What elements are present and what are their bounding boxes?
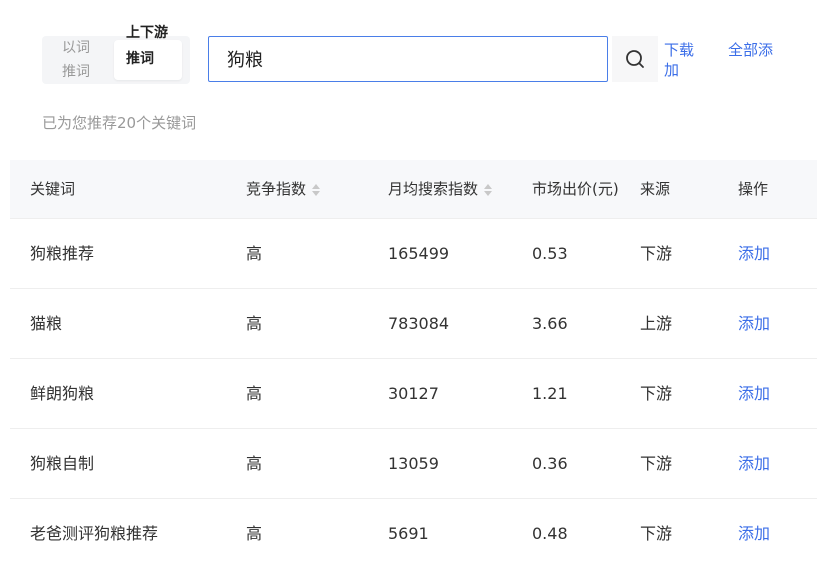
add-button[interactable]: 添加 [738,219,770,288]
header-keyword: 关键词 [30,180,76,198]
cell-bid: 1.21 [532,384,568,403]
cell-competition: 高 [246,454,263,473]
header-action: 操作 [738,180,769,198]
cell-competition: 高 [246,384,263,403]
cell-source: 下游 [640,524,673,543]
download-button[interactable]: 下载 加 [664,40,704,80]
header-monthly-search-label: 月均搜索指数 [388,180,479,198]
download-label-wrap: 加 [664,61,680,79]
cell-source: 下游 [640,454,673,473]
cell-monthly-search: 30127 [388,384,439,403]
table-row: 猫粮 高 783084 3.66 上游 添加 [10,289,817,359]
segment-word-to-word[interactable]: 以词推词 [56,36,96,84]
add-button[interactable]: 添加 [738,359,770,428]
table-row: 狗粮推荐 高 165499 0.53 下游 添加 [10,219,817,289]
sort-icon[interactable] [312,183,321,196]
cell-competition: 高 [246,244,263,263]
table-row: 鲜朗狗粮 高 30127 1.21 下游 添加 [10,359,817,429]
add-button[interactable]: 添加 [738,289,770,358]
mode-segmented-control: 以词推词 上下游推词 [42,25,190,84]
header-bid: 市场出价(元) [532,180,619,198]
segment-upstream-downstream-label: 上下游推词 [126,25,168,67]
cell-keyword: 狗粮推荐 [30,244,95,263]
cell-keyword: 老爸测评狗粮推荐 [30,524,159,543]
cell-monthly-search: 13059 [388,454,439,473]
cell-monthly-search: 5691 [388,524,429,543]
cell-source: 下游 [640,384,673,403]
cell-keyword: 猫粮 [30,314,63,333]
cell-competition: 高 [246,524,263,543]
keyword-table: 关键词 竞争指数 月均搜索指数 市场出价(元) 来源 操作 狗粮推荐 高 165… [10,160,817,568]
cell-competition: 高 [246,314,263,333]
table-row: 狗粮自制 高 13059 0.36 下游 添加 [10,429,817,499]
cell-source: 下游 [640,244,673,263]
cell-monthly-search: 165499 [388,244,450,263]
header-source: 来源 [640,180,671,198]
header-competition-label: 竞争指数 [246,180,307,198]
search-button[interactable] [612,36,658,82]
add-all-button[interactable]: 全部添 [728,40,773,60]
sort-icon[interactable] [484,183,493,196]
add-button[interactable]: 添加 [738,429,770,498]
cell-bid: 3.66 [532,314,568,333]
table-row: 老爸测评狗粮推荐 高 5691 0.48 下游 添加 [10,499,817,568]
segment-upstream-downstream[interactable]: 上下游推词 [114,25,182,80]
header-monthly-search[interactable]: 月均搜索指数 [388,160,493,218]
recommend-count-hint: 已为您推荐20个关键词 [42,114,197,132]
table-header: 关键词 竞争指数 月均搜索指数 市场出价(元) 来源 操作 [10,160,817,219]
header-competition[interactable]: 竞争指数 [246,160,321,218]
cell-bid: 0.48 [532,524,568,543]
toolbar: 以词推词 上下游推词 下载 加 全部添 已为您推荐20个关键词 [0,0,817,150]
cell-keyword: 狗粮自制 [30,454,95,473]
cell-source: 上游 [640,314,673,333]
search-icon [626,50,644,68]
download-label: 下载 [664,41,695,59]
cell-bid: 0.53 [532,244,568,263]
cell-keyword: 鲜朗狗粮 [30,384,95,403]
add-all-label: 全部添 [728,41,774,59]
search-box [208,36,608,82]
add-button[interactable]: 添加 [738,499,770,568]
segment-word-to-word-label: 以词推词 [62,40,90,80]
cell-bid: 0.36 [532,454,568,473]
cell-monthly-search: 783084 [388,314,450,333]
keyword-search-input[interactable] [209,37,597,81]
